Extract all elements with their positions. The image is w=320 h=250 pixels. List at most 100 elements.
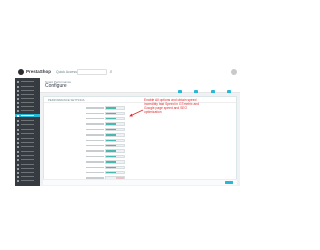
sidebar-item-modules[interactable]: [15, 114, 40, 117]
setting-label: [86, 150, 104, 152]
sidebar-item[interactable]: [15, 158, 40, 161]
menu-icon: [17, 145, 19, 148]
toggle-no-option[interactable]: [116, 118, 124, 119]
sidebar-item-label: [21, 109, 34, 112]
setting-label: [86, 166, 104, 168]
sidebar-item[interactable]: [15, 150, 40, 153]
toggle-no-option[interactable]: [116, 167, 124, 168]
setting-label: [86, 117, 104, 120]
setting-row: [44, 154, 236, 159]
toggle-no-option[interactable]: [116, 134, 124, 135]
toggle-no-option[interactable]: [116, 156, 124, 157]
sidebar-item-label: [21, 101, 34, 104]
sidebar-item[interactable]: [15, 171, 40, 174]
sidebar-item[interactable]: [15, 145, 40, 148]
toggle-no-option[interactable]: [116, 129, 124, 130]
toggle-yes-option[interactable]: [106, 129, 116, 131]
sidebar-item[interactable]: [15, 128, 40, 131]
menu-icon: [17, 171, 19, 174]
sidebar-item[interactable]: [15, 101, 40, 104]
toggle-yes-option[interactable]: [106, 172, 116, 174]
yes-no-toggle[interactable]: [105, 127, 125, 132]
toggle-yes-option[interactable]: [106, 161, 116, 163]
sidebar-item[interactable]: [15, 132, 40, 135]
yes-no-toggle[interactable]: [105, 149, 125, 153]
sidebar-item-label: [21, 175, 34, 178]
toggle-no-option[interactable]: [116, 140, 124, 141]
sidebar-item[interactable]: [15, 93, 40, 96]
toggle-no-option[interactable]: [116, 172, 124, 173]
search-icon[interactable]: ⌕: [108, 69, 114, 75]
sidebar-item-label: [21, 80, 34, 83]
sidebar-item[interactable]: [15, 179, 40, 182]
toggle-yes-option[interactable]: [106, 134, 116, 136]
yes-no-toggle[interactable]: [105, 171, 125, 175]
sidebar-item[interactable]: [15, 154, 40, 157]
yes-no-toggle[interactable]: [105, 111, 125, 116]
sidebar-item-label: [21, 171, 34, 174]
setting-row: [44, 144, 236, 148]
sidebar-item[interactable]: [15, 137, 40, 140]
sidebar: [15, 78, 40, 186]
quick-access-menu[interactable]: Quick Access: [56, 69, 77, 75]
menu-icon: [17, 109, 19, 112]
yes-no-toggle[interactable]: [105, 133, 125, 137]
sidebar-item[interactable]: [15, 167, 40, 170]
yes-no-toggle[interactable]: [105, 154, 125, 159]
logo[interactable]: PrestaShop: [18, 69, 52, 75]
setting-row: [44, 138, 236, 143]
yes-no-toggle[interactable]: [105, 165, 125, 170]
toggle-yes-option[interactable]: [106, 112, 116, 114]
sidebar-item[interactable]: [15, 163, 40, 166]
sidebar-item[interactable]: [15, 97, 40, 100]
sidebar-item[interactable]: [15, 89, 40, 92]
menu-icon: [17, 158, 19, 161]
setting-row: [44, 133, 236, 137]
yes-no-toggle[interactable]: [105, 138, 125, 143]
toggle-yes-option[interactable]: [106, 145, 116, 147]
menu-icon: [17, 175, 19, 178]
toggle-yes-option[interactable]: [106, 139, 116, 141]
yes-no-toggle[interactable]: [105, 160, 125, 164]
setting-label: [86, 107, 104, 109]
toggle-yes-option[interactable]: [106, 150, 116, 152]
yes-no-toggle[interactable]: [105, 144, 125, 148]
setting-row: [44, 171, 236, 175]
sidebar-item-label: [21, 150, 34, 153]
toggle-no-option[interactable]: [116, 124, 124, 125]
toggle-yes-option[interactable]: [106, 166, 116, 168]
menu-icon: [17, 154, 19, 157]
main-content: Performance settings Enable All options …: [40, 93, 240, 186]
toggle-yes-option[interactable]: [106, 118, 116, 120]
toggle-no-option[interactable]: [116, 113, 124, 114]
sidebar-item[interactable]: [15, 80, 40, 83]
toggle-yes-option[interactable]: [106, 123, 116, 125]
avatar[interactable]: [231, 69, 237, 75]
toggle-no-option[interactable]: [116, 107, 124, 108]
yes-no-toggle[interactable]: [105, 117, 125, 121]
setting-label: [86, 123, 104, 125]
sidebar-item[interactable]: [15, 85, 40, 88]
sidebar-item-label: [21, 114, 34, 117]
sidebar-item[interactable]: [15, 141, 40, 144]
sidebar-item[interactable]: [15, 119, 40, 122]
toggle-no-option[interactable]: [116, 145, 124, 146]
setting-label: [86, 161, 104, 163]
menu-icon: [17, 167, 19, 170]
setting-row: [44, 117, 236, 121]
sidebar-item[interactable]: [15, 109, 40, 112]
yes-no-toggle[interactable]: [105, 106, 125, 110]
search-input[interactable]: [77, 69, 107, 75]
save-button[interactable]: [225, 181, 233, 184]
app-window: PrestaShop Quick Access ⌕ View my shop O…: [15, 66, 240, 186]
sidebar-item[interactable]: [15, 105, 40, 108]
yes-no-toggle[interactable]: [105, 122, 125, 126]
toggle-no-option[interactable]: [116, 151, 124, 152]
toggle-yes-option[interactable]: [106, 156, 116, 158]
sidebar-item[interactable]: [15, 123, 40, 126]
toggle-yes-option[interactable]: [106, 107, 116, 109]
setting-row: [44, 127, 236, 132]
sidebar-item-label: [21, 179, 34, 182]
sidebar-item[interactable]: [15, 175, 40, 178]
toggle-no-option[interactable]: [116, 161, 124, 162]
